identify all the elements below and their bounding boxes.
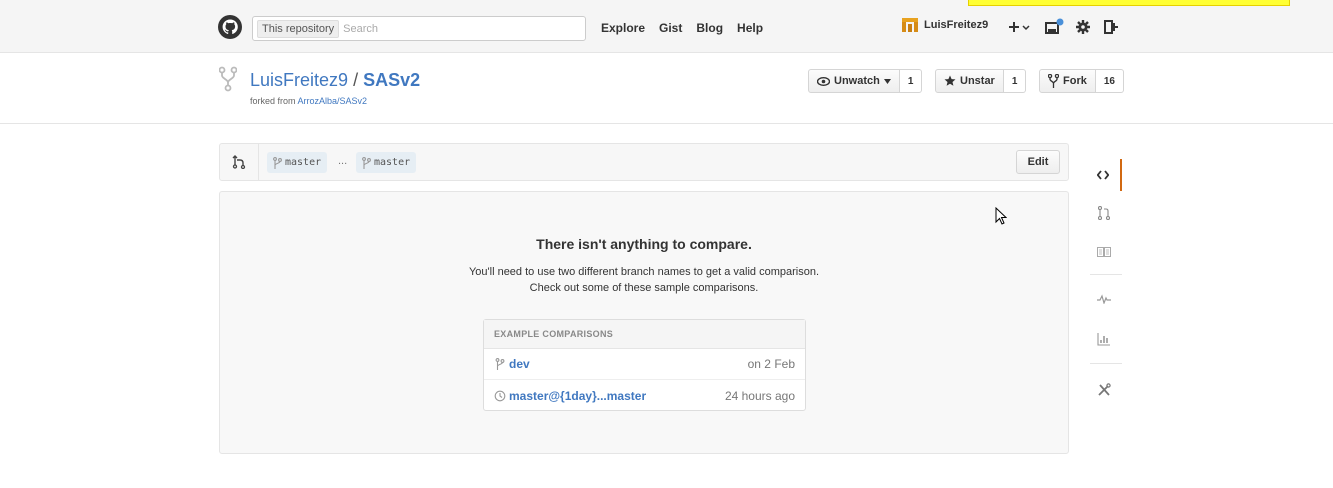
sidebar-item-pulse[interactable] (1086, 283, 1122, 315)
nav-help[interactable]: Help (737, 21, 763, 35)
watch-group: Unwatch 1 (808, 69, 923, 93)
example-comparisons: EXAMPLE COMPARISONS dev on 2 Feb master@… (483, 319, 806, 411)
blankslate-message-2: Check out some of these sample compariso… (529, 282, 759, 294)
repo-header: LuisFreitez9 / SASv2 forked from ArrozAl… (0, 53, 1333, 124)
unstar-button[interactable]: Unstar (935, 69, 1004, 93)
fork-icon (1048, 74, 1059, 88)
example-time: on 2 Feb (747, 357, 795, 371)
sidebar-item-pull-requests[interactable] (1086, 197, 1122, 229)
base-branch-select[interactable]: master (267, 152, 328, 173)
eye-icon (817, 76, 830, 86)
example-link[interactable]: dev (509, 357, 530, 371)
blankslate-title: There isn't anything to compare. (536, 236, 752, 252)
head-branch-select[interactable]: master (356, 152, 417, 173)
blankslate: There isn't anything to compare. You'll … (219, 191, 1069, 454)
github-octocat-icon[interactable] (218, 15, 242, 39)
nav-explore[interactable]: Explore (601, 21, 645, 35)
branch-icon (273, 156, 282, 169)
sign-out-icon[interactable] (1103, 17, 1119, 37)
repo-owner-link[interactable]: LuisFreitez9 (250, 70, 348, 90)
forked-from: forked from ArrozAlba/SASv2 (250, 96, 367, 106)
sidebar-divider (1090, 274, 1122, 275)
repo-title-separator: / (353, 70, 359, 90)
site-header: This repository Explore Gist Blog Help L… (0, 0, 1333, 53)
wiki-icon (1097, 247, 1111, 257)
watchers-count[interactable]: 1 (899, 69, 923, 93)
code-icon (1097, 170, 1109, 180)
notifications-icon[interactable] (1045, 17, 1065, 37)
sidebar-item-settings[interactable] (1086, 374, 1122, 406)
base-branch-name: master (285, 157, 322, 168)
fork-label: Fork (1063, 75, 1087, 87)
list-item[interactable]: dev on 2 Feb (484, 349, 805, 380)
search-box[interactable]: This repository (252, 16, 586, 41)
pulse-icon (1097, 294, 1111, 304)
head-branch-name: master (374, 157, 411, 168)
sidebar-item-graphs[interactable] (1086, 323, 1122, 355)
settings-tools-icon (1098, 383, 1111, 396)
forks-count[interactable]: 16 (1095, 69, 1124, 93)
example-time: 24 hours ago (724, 388, 795, 403)
branch-icon (495, 358, 505, 370)
gear-icon[interactable] (1075, 17, 1091, 37)
example-comparisons-heading: EXAMPLE COMPARISONS (484, 320, 805, 349)
range-divider (258, 144, 259, 180)
sidebar-item-code[interactable] (1086, 159, 1122, 191)
compare-range-bar: master ... master Edit (219, 143, 1069, 181)
caret-down-icon (883, 78, 891, 84)
forked-source-link[interactable]: ArrozAlba/SASv2 (298, 96, 368, 106)
repo-name-link[interactable]: SASv2 (363, 70, 420, 90)
example-link[interactable]: master@{1day}...master (509, 389, 646, 403)
pull-request-icon (1098, 206, 1110, 220)
compare-icon (232, 155, 246, 169)
top-nav: Explore Gist Blog Help (601, 21, 763, 35)
fork-button[interactable]: Fork (1039, 69, 1096, 93)
highlight-marker (968, 0, 1290, 6)
sidebar-item-wiki[interactable] (1086, 236, 1122, 268)
nav-blog[interactable]: Blog (696, 21, 723, 35)
search-input[interactable] (343, 22, 564, 35)
user-menu[interactable]: LuisFreitez9 (902, 18, 988, 32)
nav-gist[interactable]: Gist (659, 21, 682, 35)
plus-icon[interactable] (1008, 17, 1032, 37)
stargazers-count[interactable]: 1 (1003, 69, 1027, 93)
unwatch-label: Unwatch (834, 75, 880, 87)
avatar[interactable] (902, 18, 918, 32)
unstar-label: Unstar (960, 75, 995, 87)
edit-button[interactable]: Edit (1016, 150, 1060, 174)
graphs-icon (1097, 333, 1110, 346)
forked-from-label: forked from (250, 96, 296, 106)
mouse-cursor-icon (995, 207, 1007, 225)
sidebar-divider (1090, 363, 1122, 364)
branch-icon (362, 156, 371, 169)
repo-sidebar-nav (1086, 157, 1122, 419)
repo-title: LuisFreitez9 / SASv2 (250, 70, 420, 91)
username[interactable]: LuisFreitez9 (924, 19, 988, 31)
range-dots: ... (338, 155, 348, 167)
unwatch-button[interactable]: Unwatch (808, 69, 900, 93)
search-scope-badge[interactable]: This repository (257, 19, 340, 38)
history-icon (494, 390, 506, 401)
repo-forked-icon (219, 66, 237, 92)
list-item[interactable]: master@{1day}...master 24 hours ago (484, 380, 805, 411)
star-icon (944, 75, 956, 86)
star-group: Unstar 1 (935, 69, 1027, 93)
blankslate-message-1: You'll need to use two different branch … (468, 266, 820, 278)
fork-group: Fork 16 (1039, 69, 1124, 93)
